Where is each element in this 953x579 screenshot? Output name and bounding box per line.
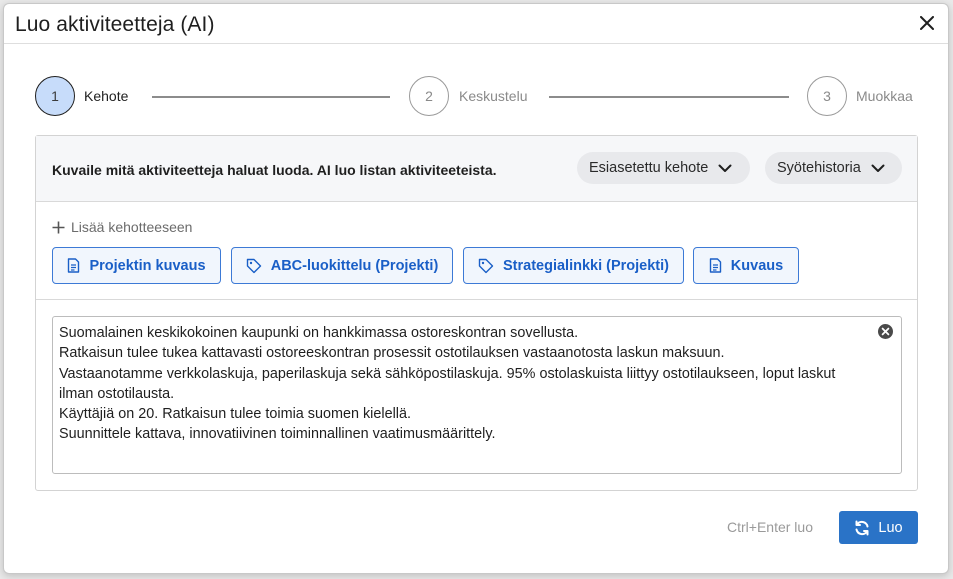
prompt-line: Käyttäjiä on 20. Ratkaisun tulee toimia … xyxy=(59,406,411,423)
input-history-dropdown[interactable]: Syötehistoria xyxy=(765,152,902,184)
chip-description[interactable]: Kuvaus xyxy=(693,247,799,284)
preset-prompt-dropdown[interactable]: Esiasetettu kehote xyxy=(577,152,750,184)
dialog-header: Luo aktiviteetteja (AI) xyxy=(4,4,948,44)
chevron-down-icon xyxy=(871,164,885,172)
chip-label: Kuvaus xyxy=(730,257,784,274)
tag-icon xyxy=(478,258,494,273)
prompt-line: Suomalainen keskikokoinen kaupunki on ha… xyxy=(59,325,579,341)
close-icon xyxy=(920,16,934,30)
plus-icon xyxy=(52,221,65,233)
prompt-panel: Kuvaile mitä aktiviteetteja haluat luoda… xyxy=(35,135,918,491)
prompt-line: Vastaanotamme verkkolaskuja, paperilasku… xyxy=(59,365,836,402)
document-icon xyxy=(68,258,80,273)
dialog-title: Luo aktiviteetteja (AI) xyxy=(15,13,215,36)
create-activities-dialog: Luo aktiviteetteja (AI) 1 Kehote 2 Kesku… xyxy=(3,3,949,574)
prompt-textarea[interactable]: Suomalainen keskikokoinen kaupunki on ha… xyxy=(52,316,902,474)
prompt-line: Suunnittele kattava, innovatiivinen toim… xyxy=(59,426,496,443)
create-button[interactable]: Luo xyxy=(839,511,918,544)
tag-icon xyxy=(246,258,261,273)
chip-project-description[interactable]: Projektin kuvaus xyxy=(52,247,221,284)
step-1-circle: 1 xyxy=(35,76,75,116)
step-2-label: Keskustelu xyxy=(459,88,528,104)
prompt-panel-header: Kuvaile mitä aktiviteetteja haluat luoda… xyxy=(36,136,917,202)
chevron-down-icon xyxy=(718,164,732,172)
step-3-circle: 3 xyxy=(807,76,847,116)
shortcut-hint: Ctrl+Enter luo xyxy=(727,519,813,535)
refresh-icon xyxy=(855,520,869,535)
chip-abc-classification[interactable]: ABC-luokittelu (Projekti) xyxy=(231,247,453,284)
document-icon xyxy=(709,258,721,273)
chip-label: Projektin kuvaus xyxy=(89,257,206,274)
clear-circle-icon xyxy=(878,324,893,339)
chip-strategy-link[interactable]: Strategialinkki (Projekti) xyxy=(463,247,684,284)
preset-prompt-label: Esiasetettu kehote xyxy=(589,160,709,176)
create-button-label: Luo xyxy=(878,519,903,536)
prompt-line: Ratkaisun tulee tukea kattavasti ostoree… xyxy=(59,345,725,362)
step-connector-2 xyxy=(549,96,789,98)
step-3-label: Muokkaa xyxy=(856,88,913,104)
prompt-instructions: Kuvaile mitä aktiviteetteja haluat luoda… xyxy=(52,162,497,178)
chip-label: ABC-luokittelu (Projekti) xyxy=(270,257,439,274)
close-button[interactable] xyxy=(916,12,938,34)
add-to-prompt: Lisää kehotteeseen xyxy=(52,219,192,235)
input-history-label: Syötehistoria xyxy=(777,160,861,176)
step-2-circle: 2 xyxy=(409,76,449,116)
step-1-label: Kehote xyxy=(84,88,129,104)
clear-text-button[interactable] xyxy=(877,323,894,340)
panel-divider xyxy=(36,299,917,300)
step-connector-1 xyxy=(152,96,390,98)
chip-label: Strategialinkki (Projekti) xyxy=(503,257,669,274)
add-to-prompt-label: Lisää kehotteeseen xyxy=(71,219,193,235)
